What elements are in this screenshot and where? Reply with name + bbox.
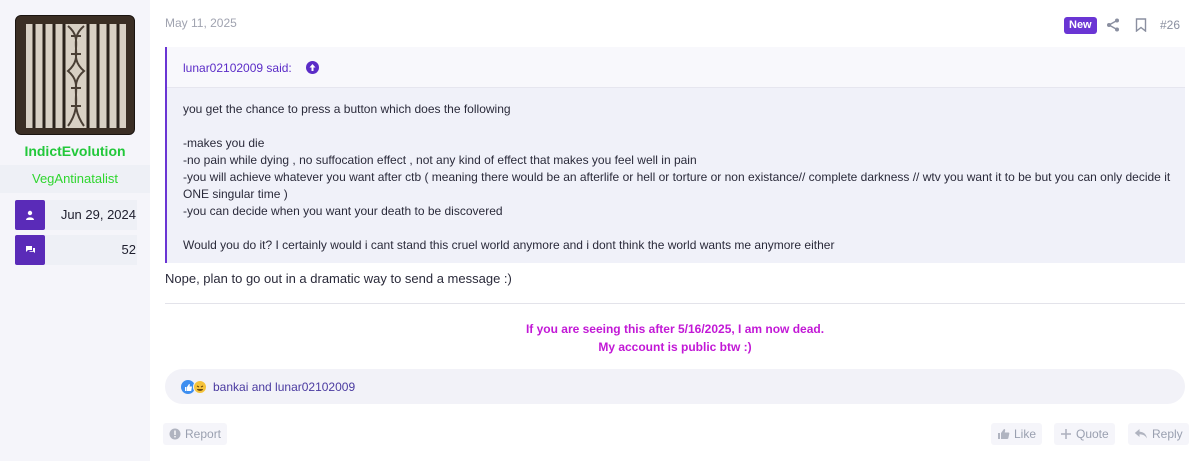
- messages-icon: [15, 235, 45, 265]
- post-number[interactable]: #26: [1160, 18, 1180, 32]
- like-button[interactable]: Like: [991, 423, 1043, 445]
- user-icon: [15, 200, 45, 230]
- jump-to-quote-icon[interactable]: [306, 61, 319, 74]
- signature: If you are seeing this after 5/16/2025, …: [165, 320, 1185, 356]
- quote-line: -you can decide when you want your death…: [183, 204, 503, 218]
- thumbs-up-icon: [998, 429, 1010, 439]
- forum-post: IndictEvolution VegAntinatalist Jun 29, …: [0, 0, 1200, 461]
- reply-button[interactable]: Reply: [1128, 423, 1189, 445]
- user-sidebar: IndictEvolution VegAntinatalist Jun 29, …: [0, 0, 150, 461]
- reply-label: Reply: [1152, 427, 1183, 441]
- quote-header: lunar02102009 said:: [167, 47, 1185, 88]
- user-title: VegAntinatalist: [0, 165, 150, 193]
- quote-button[interactable]: Quote: [1054, 423, 1115, 445]
- reactions-bar[interactable]: bankai and lunar02102009: [165, 369, 1185, 404]
- quote-line: -you will achieve whatever you want afte…: [183, 170, 1171, 201]
- quote-line: -makes you die: [183, 136, 265, 150]
- message-count: 52: [45, 235, 137, 265]
- like-label: Like: [1014, 427, 1037, 441]
- bookmark-icon[interactable]: [1135, 18, 1147, 32]
- signature-line-1: If you are seeing this after 5/16/2025, …: [525, 322, 825, 336]
- quote-body: you get the chance to press a button whi…: [183, 101, 1173, 254]
- quote-line: you get the chance to press a button whi…: [183, 102, 511, 116]
- share-icon[interactable]: [1106, 18, 1120, 32]
- reactors-link[interactable]: bankai and lunar02102009: [213, 380, 355, 394]
- signature-line-2: My account is public btw :): [598, 340, 752, 354]
- username[interactable]: IndictEvolution: [0, 143, 150, 159]
- quote-label: Quote: [1076, 427, 1109, 441]
- reply-icon: [1134, 429, 1147, 439]
- quote-author-link[interactable]: lunar02102009 said:: [183, 61, 292, 75]
- post-date[interactable]: May 11, 2025: [165, 16, 237, 30]
- report-icon: [169, 428, 181, 440]
- joined-date: Jun 29, 2024: [45, 200, 137, 230]
- quote-line: -no pain while dying , no suffocation ef…: [183, 153, 697, 167]
- joined-row: Jun 29, 2024: [15, 200, 137, 230]
- post-body: Nope, plan to go out in a dramatic way t…: [165, 271, 512, 286]
- plus-icon: [1061, 429, 1071, 439]
- new-badge: New: [1064, 17, 1097, 34]
- messages-row: 52: [15, 235, 137, 265]
- quote-line: Would you do it? I certainly would i can…: [183, 238, 835, 252]
- report-button[interactable]: Report: [163, 423, 228, 445]
- quote-block: lunar02102009 said: you get the chance t…: [165, 47, 1185, 263]
- report-label: Report: [185, 427, 222, 441]
- avatar[interactable]: [15, 15, 135, 135]
- signature-divider: [165, 303, 1185, 304]
- haha-icon: [193, 380, 207, 394]
